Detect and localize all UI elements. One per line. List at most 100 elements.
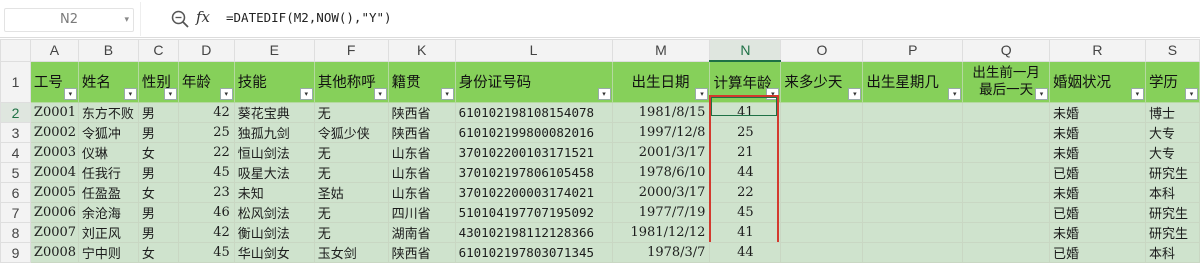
cell-calc-age[interactable]: 21 bbox=[709, 142, 782, 163]
cell-edu[interactable]: 研究生 bbox=[1144, 222, 1200, 243]
cell-name[interactable]: 刘正风 bbox=[77, 222, 139, 243]
header-cell-gender[interactable]: 性别 ▾ bbox=[137, 60, 179, 103]
cell-gender[interactable]: 男 bbox=[137, 122, 179, 143]
cell-idno[interactable]: 510104197707195092 bbox=[454, 202, 613, 223]
row-header[interactable]: 8 bbox=[0, 222, 31, 243]
cell-lastday[interactable] bbox=[962, 182, 1051, 203]
cell-origin[interactable]: 山东省 bbox=[387, 142, 456, 163]
column-header[interactable]: S bbox=[1144, 39, 1200, 62]
chevron-down-icon[interactable]: ▾ bbox=[124, 9, 129, 31]
filter-icon[interactable]: ▾ bbox=[1185, 88, 1198, 100]
cell-id[interactable]: Z0007 bbox=[29, 222, 79, 243]
cell-days[interactable] bbox=[780, 222, 864, 243]
cell-idno[interactable]: 610102199800082016 bbox=[454, 122, 613, 143]
cell-idno[interactable]: 610102198108154078 bbox=[454, 102, 613, 123]
cell-days[interactable] bbox=[780, 122, 864, 143]
cell-age[interactable]: 23 bbox=[177, 182, 235, 203]
cell-id[interactable]: Z0004 bbox=[29, 162, 79, 183]
cell-marital[interactable]: 已婚 bbox=[1049, 242, 1146, 263]
filter-icon[interactable]: ▾ bbox=[695, 88, 709, 100]
filter-icon[interactable]: ▾ bbox=[299, 88, 313, 100]
header-cell-marital[interactable]: 婚姻状况 ▾ bbox=[1049, 60, 1146, 103]
column-header[interactable]: B bbox=[77, 39, 139, 62]
filter-icon[interactable]: ▾ bbox=[163, 88, 177, 100]
row-header[interactable]: 9 bbox=[0, 242, 31, 263]
cell-birth[interactable]: 1977/7/19 bbox=[611, 202, 711, 223]
cell-marital[interactable]: 未婚 bbox=[1049, 182, 1146, 203]
cell-weekday[interactable] bbox=[862, 202, 964, 223]
cell-alias[interactable]: 无 bbox=[313, 142, 389, 163]
zoom-icon[interactable] bbox=[170, 9, 190, 29]
cell-idno[interactable]: 430102198112128366 bbox=[454, 222, 613, 243]
cell-birth[interactable]: 1981/12/12 bbox=[611, 222, 711, 243]
header-cell-edu[interactable]: 学历 ▾ bbox=[1144, 60, 1200, 103]
cell-skill[interactable]: 衡山剑法 bbox=[233, 222, 315, 243]
cell-birth[interactable]: 1978/6/10 bbox=[611, 162, 711, 183]
cell-edu[interactable]: 大专 bbox=[1144, 142, 1200, 163]
filter-icon[interactable]: ▾ bbox=[123, 88, 137, 100]
cell-origin[interactable]: 陕西省 bbox=[387, 102, 456, 123]
cell-name[interactable]: 令狐冲 bbox=[77, 122, 139, 143]
cell-lastday[interactable] bbox=[962, 242, 1051, 263]
cell-age[interactable]: 45 bbox=[177, 162, 235, 183]
cell-weekday[interactable] bbox=[862, 102, 964, 123]
cell-days[interactable] bbox=[780, 242, 864, 263]
cell-alias[interactable]: 无 bbox=[313, 102, 389, 123]
cell-skill[interactable]: 恒山剑法 bbox=[233, 142, 315, 163]
header-cell-name[interactable]: 姓名 ▾ bbox=[77, 60, 139, 103]
cell-calc-age[interactable]: 22 bbox=[709, 182, 782, 203]
cell-days[interactable] bbox=[780, 102, 864, 123]
column-header[interactable]: R bbox=[1049, 39, 1146, 62]
filter-icon[interactable]: ▾ bbox=[848, 88, 862, 100]
cell-calc-age[interactable]: 44 bbox=[709, 242, 782, 263]
filter-icon[interactable]: ▾ bbox=[597, 88, 611, 100]
cell-lastday[interactable] bbox=[962, 222, 1051, 243]
cell-birth[interactable]: 2001/3/17 bbox=[611, 142, 711, 163]
header-cell-lastday[interactable]: 出生前一月 最后一天 ▾ bbox=[962, 60, 1051, 103]
cell-gender[interactable]: 男 bbox=[137, 222, 179, 243]
cell-calc-age[interactable]: 41 bbox=[709, 222, 782, 243]
header-cell-id[interactable]: 工号 ▾ bbox=[29, 60, 79, 103]
cell-idno[interactable]: 370102200003174021 bbox=[454, 182, 613, 203]
cell-edu[interactable]: 研究生 bbox=[1144, 202, 1200, 223]
cell-alias[interactable]: 无 bbox=[313, 222, 389, 243]
filter-icon[interactable]: ▾ bbox=[219, 88, 233, 100]
cell-lastday[interactable] bbox=[962, 202, 1051, 223]
cell-origin[interactable]: 陕西省 bbox=[387, 242, 456, 263]
cell-skill[interactable]: 未知 bbox=[233, 182, 315, 203]
cell-skill[interactable]: 华山剑女 bbox=[233, 242, 315, 263]
row-header[interactable]: 7 bbox=[0, 202, 31, 223]
cell-age[interactable]: 42 bbox=[177, 102, 235, 123]
cell-age[interactable]: 22 bbox=[177, 142, 235, 163]
cell-days[interactable] bbox=[780, 202, 864, 223]
column-header[interactable]: O bbox=[780, 39, 864, 62]
cell-lastday[interactable] bbox=[962, 162, 1051, 183]
cell-marital[interactable]: 未婚 bbox=[1049, 142, 1146, 163]
column-header[interactable]: L bbox=[454, 39, 613, 62]
cell-gender[interactable]: 女 bbox=[137, 182, 179, 203]
header-cell-skill[interactable]: 技能 ▾ bbox=[233, 60, 315, 103]
column-header[interactable]: P bbox=[862, 39, 964, 62]
cell-days[interactable] bbox=[780, 182, 864, 203]
cell-marital[interactable]: 未婚 bbox=[1049, 222, 1146, 243]
cell-origin[interactable]: 湖南省 bbox=[387, 222, 456, 243]
column-header[interactable]: E bbox=[233, 39, 315, 62]
filter-icon[interactable]: ▾ bbox=[440, 88, 454, 100]
cell-skill[interactable]: 吸星大法 bbox=[233, 162, 315, 183]
cell-id[interactable]: Z0003 bbox=[29, 142, 79, 163]
cell-age[interactable]: 45 bbox=[177, 242, 235, 263]
cell-weekday[interactable] bbox=[862, 242, 964, 263]
function-icon[interactable]: fx bbox=[196, 8, 210, 26]
cell-days[interactable] bbox=[780, 162, 864, 183]
cell-weekday[interactable] bbox=[862, 162, 964, 183]
cell-origin[interactable]: 四川省 bbox=[387, 202, 456, 223]
cell-name[interactable]: 东方不败 bbox=[77, 102, 139, 123]
row-header[interactable]: 5 bbox=[0, 162, 31, 183]
cell-lastday[interactable] bbox=[962, 122, 1051, 143]
cell-idno[interactable]: 610102197803071345 bbox=[454, 242, 613, 263]
cell-weekday[interactable] bbox=[862, 222, 964, 243]
row-header[interactable]: 3 bbox=[0, 122, 31, 143]
cell-marital[interactable]: 未婚 bbox=[1049, 122, 1146, 143]
cell-origin[interactable]: 陕西省 bbox=[387, 122, 456, 143]
cell-gender[interactable]: 男 bbox=[137, 162, 179, 183]
